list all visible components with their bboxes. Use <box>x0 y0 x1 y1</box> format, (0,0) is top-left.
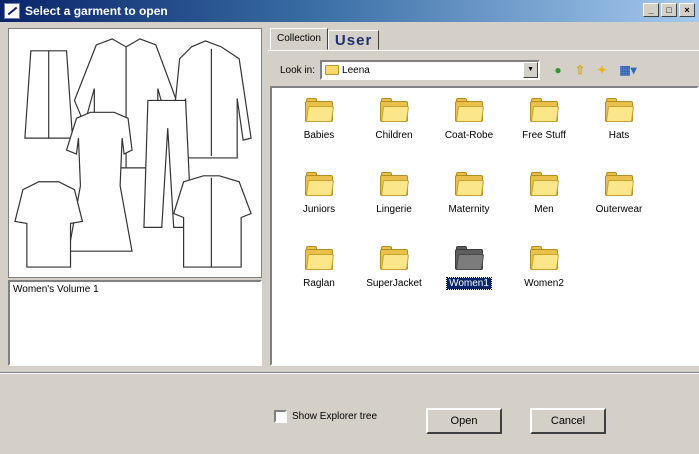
look-in-row: Look in: Leena ▼ <box>280 60 541 80</box>
folder-icon <box>305 172 335 196</box>
folder-icon <box>605 172 635 196</box>
folder-label: SuperJacket <box>366 278 422 289</box>
window-title: Select a garment to open <box>25 4 168 18</box>
folder-icon <box>455 172 485 196</box>
folder-icon <box>605 98 635 122</box>
folder-icon <box>530 98 560 122</box>
folder-item-selected[interactable]: Women1 <box>432 246 506 290</box>
maximize-button[interactable]: □ <box>661 3 677 17</box>
folder-item[interactable]: Men <box>507 172 581 215</box>
view-menu-icon[interactable]: ▦▾ <box>616 62 640 78</box>
folder-item[interactable]: Babies <box>282 98 356 141</box>
folder-label: Raglan <box>303 278 335 289</box>
close-button[interactable]: × <box>679 3 695 17</box>
folder-label: Women2 <box>524 278 564 289</box>
folder-icon <box>530 246 560 270</box>
dress-sketch <box>65 111 133 252</box>
tab-collection[interactable]: Collection <box>270 28 328 50</box>
folder-label: Women1 <box>446 277 492 290</box>
folder-label: Maternity <box>448 204 490 215</box>
cancel-button[interactable]: Cancel <box>530 408 606 434</box>
garment-sketches <box>14 38 252 268</box>
folder-icon <box>455 246 485 270</box>
folder-label: Children <box>375 130 413 141</box>
folder-item[interactable]: Lingerie <box>357 172 431 215</box>
tab-bar: Collection User <box>270 28 380 50</box>
folder-item[interactable]: Outerwear <box>582 172 656 215</box>
folder-icon <box>380 246 410 270</box>
folder-icon <box>380 98 410 122</box>
back-icon[interactable]: ● <box>550 62 566 78</box>
show-explorer-tree-checkbox[interactable] <box>274 410 287 423</box>
garment-description: Women's Volume 1 <box>8 280 262 366</box>
folder-icon <box>305 98 335 122</box>
folder-label: Hats <box>608 130 630 141</box>
folder-item[interactable]: Free Stuff <box>507 98 581 141</box>
open-button[interactable]: Open <box>426 408 502 434</box>
folder-label: Free Stuff <box>522 130 566 141</box>
folder-item[interactable]: Hats <box>582 98 656 141</box>
divider <box>0 372 699 374</box>
folder-icon <box>455 98 485 122</box>
shirt-sketch <box>172 175 252 268</box>
folder-item[interactable]: Raglan <box>282 246 356 289</box>
tshirt-sketch <box>14 181 84 268</box>
folder-item[interactable]: Women2 <box>507 246 581 289</box>
folder-list[interactable]: Babies Children Coat-Robe Free Stuff Hat… <box>270 86 699 366</box>
folder-item[interactable]: Juniors <box>282 172 356 215</box>
folder-label: Outerwear <box>595 204 643 215</box>
dropdown-arrow-icon[interactable]: ▼ <box>523 62 539 78</box>
garment-open-dialog: Select a garment to open _ □ × Women's V… <box>0 0 699 454</box>
tab-user[interactable]: User <box>327 30 380 50</box>
folder-icon <box>530 172 560 196</box>
folder-item[interactable]: Maternity <box>432 172 506 215</box>
look-in-value: Leena <box>342 64 370 76</box>
folder-icon <box>305 246 335 270</box>
folder-label: Men <box>534 204 554 215</box>
garment-preview <box>8 28 262 278</box>
new-folder-icon[interactable]: ✦ <box>594 62 610 78</box>
folder-item[interactable]: Coat-Robe <box>432 98 506 141</box>
folder-label: Juniors <box>302 204 336 215</box>
folder-item[interactable]: Children <box>357 98 431 141</box>
title-bar[interactable]: Select a garment to open _ □ × <box>0 0 699 22</box>
app-icon <box>4 3 20 19</box>
minimize-button[interactable]: _ <box>643 3 659 17</box>
folder-label: Babies <box>303 130 335 141</box>
up-folder-icon[interactable]: ⇧ <box>572 62 588 78</box>
show-explorer-tree-row[interactable]: Show Explorer tree <box>274 410 377 423</box>
folder-label: Coat-Robe <box>444 130 494 141</box>
folder-item[interactable]: SuperJacket <box>357 246 431 289</box>
folder-label: Lingerie <box>376 204 412 215</box>
look-in-label: Look in: <box>280 64 316 76</box>
nav-toolbar: ● ⇧ ✦ ▦▾ <box>550 62 640 78</box>
look-in-select[interactable]: Leena ▼ <box>320 60 541 80</box>
show-explorer-tree-label: Show Explorer tree <box>292 411 378 422</box>
folder-icon <box>325 65 340 75</box>
folder-icon <box>380 172 410 196</box>
